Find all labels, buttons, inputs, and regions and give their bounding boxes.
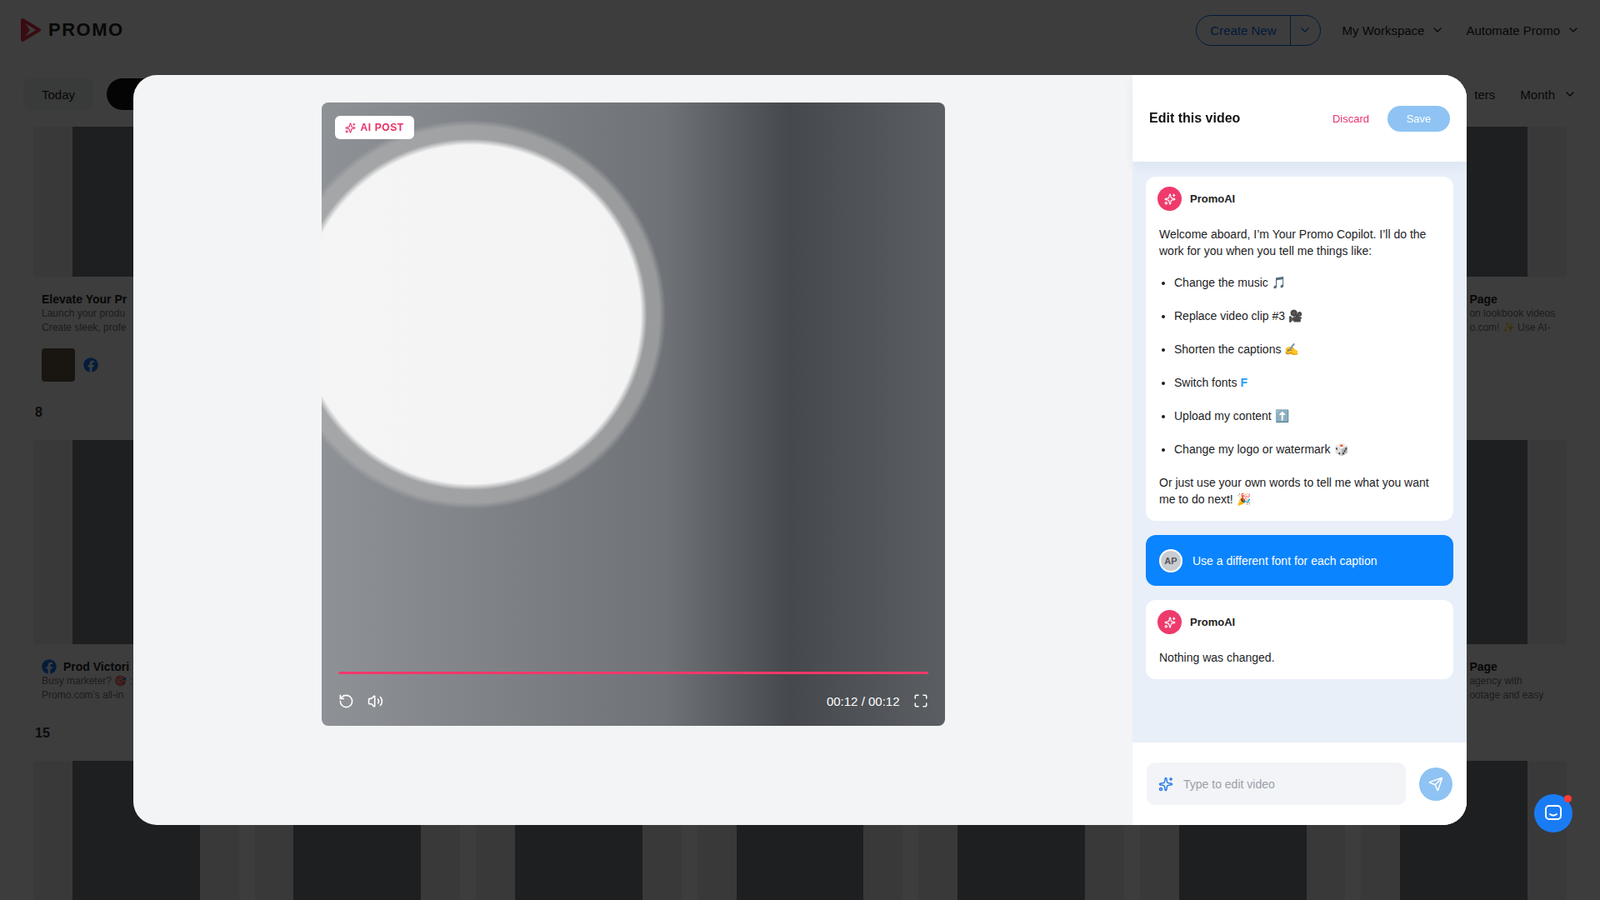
panel-title: Edit this video xyxy=(1149,110,1240,126)
chat-icon xyxy=(1544,804,1563,823)
suggestion-list: Change the music🎵 Replace video clip #3🎥 S… xyxy=(1159,274,1440,458)
sparkles-icon xyxy=(345,122,356,134)
replay-icon[interactable] xyxy=(338,693,355,710)
support-chat-button[interactable] xyxy=(1534,794,1573,833)
user-message: APUse a different font for each caption xyxy=(1145,535,1454,586)
notification-dot xyxy=(1564,795,1572,803)
bot-message: PromoAIWelcome aboard, I’m Your Promo Co… xyxy=(1145,176,1454,521)
bot-header: PromoAI xyxy=(1145,176,1454,221)
volume-icon[interactable] xyxy=(367,693,384,710)
bot-message: PromoAINothing was changed. xyxy=(1145,600,1454,680)
chat-footer xyxy=(1132,742,1467,825)
send-icon xyxy=(1428,776,1444,792)
bot-header: PromoAI xyxy=(1145,600,1454,645)
suggestion-item: Switch fontsF xyxy=(1174,374,1440,391)
ai-post-badge: AI POST xyxy=(335,115,415,140)
chat-list: PromoAIWelcome aboard, I’m Your Promo Co… xyxy=(1132,161,1467,743)
edit-input-box xyxy=(1146,762,1406,805)
sparkles-icon xyxy=(1164,193,1176,205)
save-button[interactable]: Save xyxy=(1387,105,1450,132)
video-stage: AI POST 00:12 / 00:12 xyxy=(133,75,1133,825)
edit-video-modal: AI POST 00:12 / 00:12 Edit this video Disca… xyxy=(133,75,1467,825)
suggestion-item: Change the music🎵 xyxy=(1174,274,1440,291)
panel-header: Edit this video Discard Save xyxy=(1132,75,1467,162)
sparkles-icon xyxy=(1158,776,1174,792)
send-button[interactable] xyxy=(1419,767,1453,801)
modal-wrapper: AI POST 00:12 / 00:12 Edit this video Disca… xyxy=(0,0,1600,900)
player-controls: 00:12 / 00:12 xyxy=(338,671,929,710)
progress-bar[interactable] xyxy=(338,671,929,675)
video-player[interactable]: AI POST 00:12 / 00:12 xyxy=(321,102,945,726)
bot-avatar xyxy=(1157,610,1182,635)
sparkles-icon xyxy=(1164,616,1176,629)
bot-avatar xyxy=(1157,186,1182,211)
time-display: 00:12 / 00:12 xyxy=(826,694,900,709)
edit-input[interactable] xyxy=(1181,776,1395,792)
discard-button[interactable]: Discard xyxy=(1332,112,1370,125)
bot-body: Welcome aboard, I’m Your Promo Copilot. … xyxy=(1145,220,1454,521)
edit-panel: Edit this videoDiscardSavePromoAIWelcome… xyxy=(1132,75,1467,825)
suggestion-item: Replace video clip #3🎥 xyxy=(1174,307,1440,325)
bot-body: Nothing was changed. xyxy=(1145,644,1454,680)
suggestion-item: Shorten the captions✍️ xyxy=(1174,340,1440,358)
user-avatar: AP xyxy=(1159,549,1183,573)
fullscreen-icon[interactable] xyxy=(913,693,929,709)
suggestion-item: Upload my content⬆️ xyxy=(1174,407,1440,425)
suggestion-item: Change my logo or watermark🎲 xyxy=(1174,440,1440,458)
progress-fill xyxy=(338,671,929,675)
